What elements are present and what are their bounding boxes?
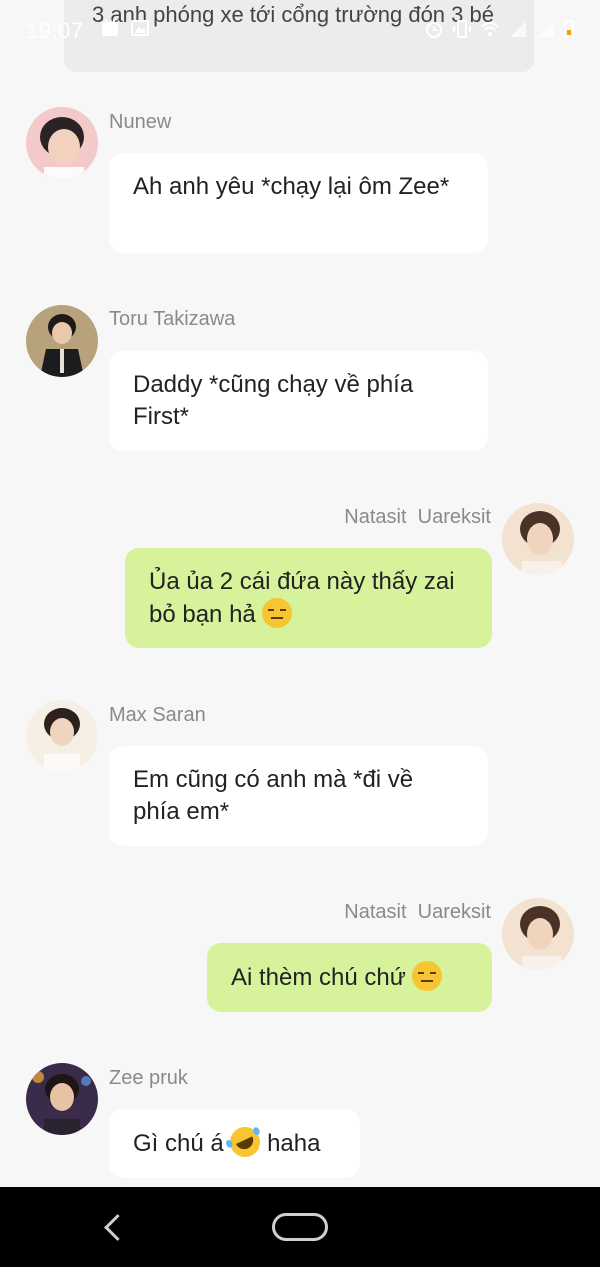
message-text: Em cũng có anh mà *đi về phía em*	[133, 766, 414, 825]
message-bubble[interactable]: Ai thèm chú chứ	[207, 943, 492, 1012]
message-text: Gì chú á	[133, 1130, 224, 1157]
message-bubble[interactable]: Daddy *cũng chạy về phía First*	[109, 351, 488, 451]
sender-name: Toru Takizawa	[109, 308, 236, 330]
signal-icon	[510, 21, 526, 37]
calendar-icon	[102, 19, 118, 36]
message-text: Daddy *cũng chạy về phía First*	[133, 371, 414, 430]
back-icon[interactable]	[100, 1211, 130, 1243]
wifi-icon	[481, 22, 499, 36]
rolling-on-floor-laughing-icon	[225, 1122, 266, 1162]
battery-icon	[564, 20, 574, 38]
message-text: Ah anh yêu *chạy lại ôm Zee*	[133, 173, 450, 200]
avatar[interactable]	[26, 1063, 98, 1135]
signal-icon	[538, 21, 554, 37]
expressionless-face-icon	[262, 598, 293, 628]
sender-name: Max Saran	[109, 704, 206, 726]
vibrate-icon	[453, 20, 471, 38]
message-text: Ủa ủa 2 cái đứa này thấy zai bỏ bạn hả	[149, 568, 455, 628]
home-icon[interactable]	[272, 1213, 328, 1241]
status-right-icons	[424, 19, 574, 39]
message-bubble[interactable]: Ủa ủa 2 cái đứa này thấy zai bỏ bạn hả	[125, 548, 492, 648]
avatar[interactable]	[502, 898, 574, 970]
avatar[interactable]	[502, 503, 574, 575]
alarm-icon	[426, 22, 442, 38]
avatar[interactable]	[26, 700, 98, 772]
status-left-icons	[100, 18, 150, 38]
sender-name: Zee pruk	[109, 1067, 188, 1089]
message-text: haha	[267, 1130, 321, 1157]
sender-name: Nunew	[109, 111, 172, 133]
sender-name: Natasit Uareksit	[344, 506, 491, 528]
navigation-bar	[0, 1187, 600, 1267]
sender-name: Natasit Uareksit	[344, 901, 491, 923]
avatar[interactable]	[26, 305, 98, 377]
avatar[interactable]	[26, 107, 98, 179]
message-bubble[interactable]: Ah anh yêu *chạy lại ôm Zee*	[109, 153, 488, 253]
message-text: Ai thèm chú chứ	[231, 964, 406, 991]
message-bubble[interactable]: Em cũng có anh mà *đi về phía em*	[109, 746, 488, 846]
message-bubble[interactable]: Gì chú á haha	[109, 1109, 360, 1178]
image-icon	[131, 20, 149, 36]
expressionless-face-icon	[412, 961, 443, 991]
status-time: 19:07	[26, 18, 84, 43]
status-bar: 19:07	[0, 0, 600, 58]
